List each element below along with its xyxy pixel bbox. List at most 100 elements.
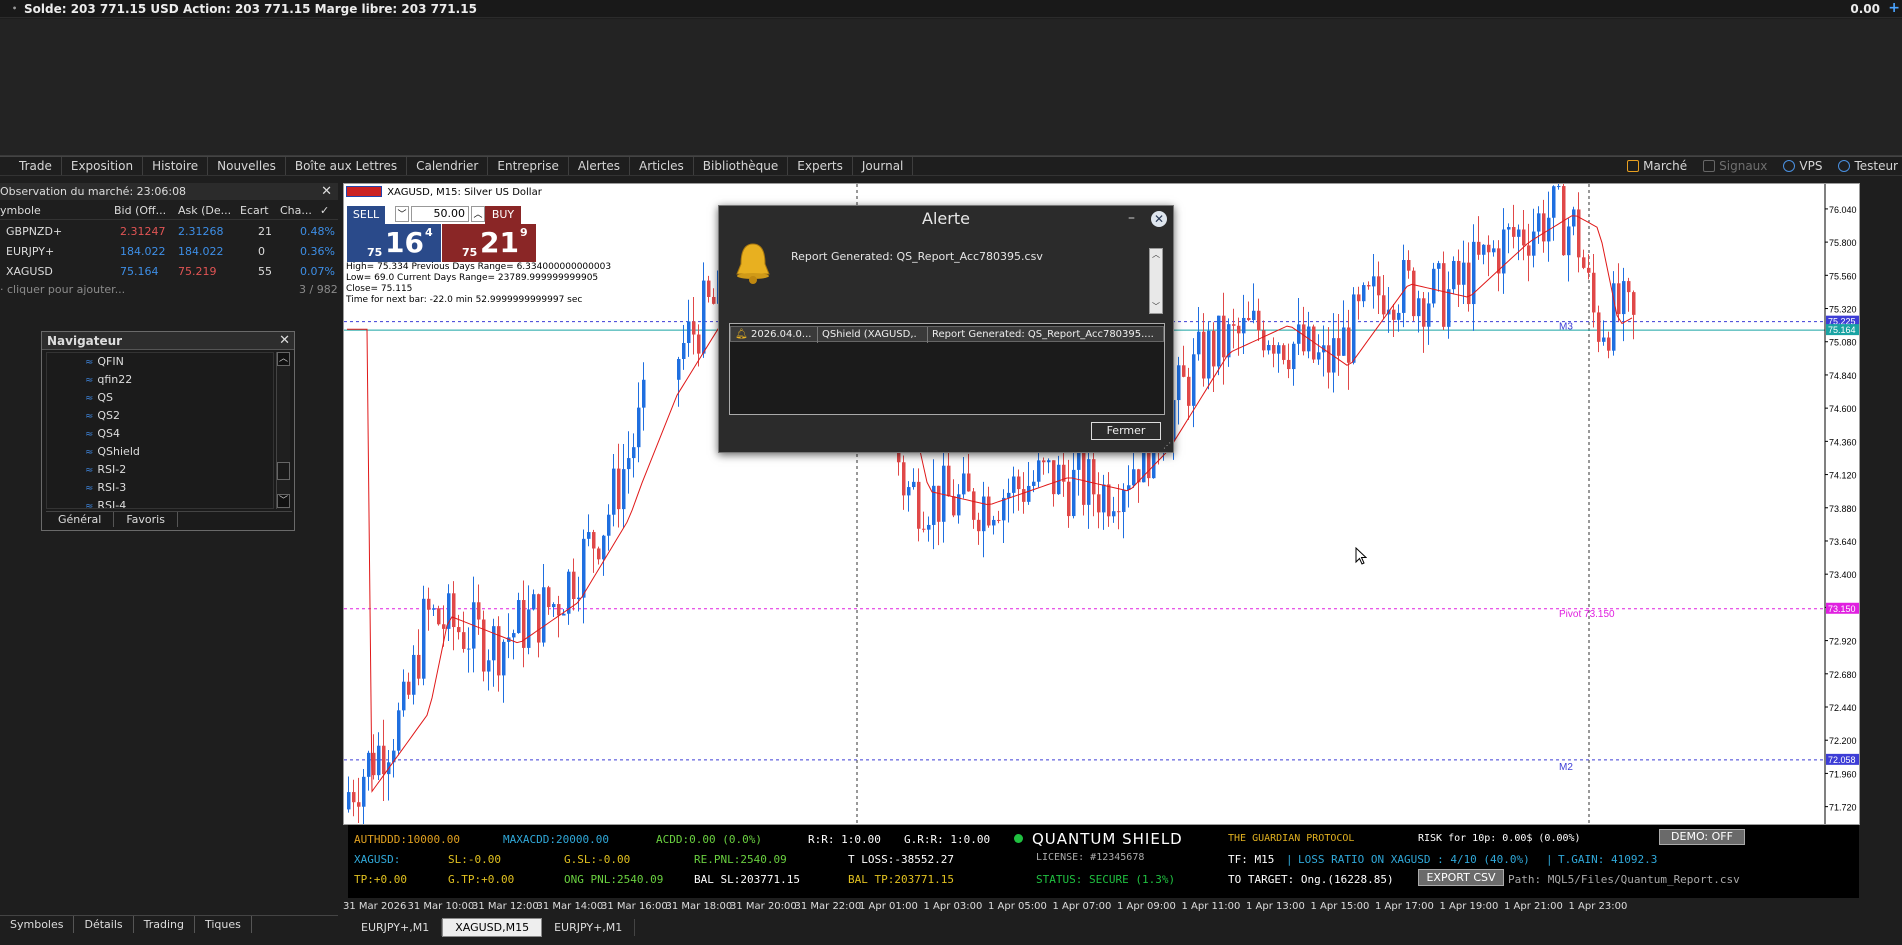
tab-trade[interactable]: Trade xyxy=(10,157,62,175)
toolbox-link-vps[interactable]: VPS xyxy=(1783,157,1822,175)
toolbox-link-marché[interactable]: Marché xyxy=(1627,157,1687,175)
navigator-tab-gnral[interactable]: Général xyxy=(46,512,115,527)
indicator-icon: ≈ xyxy=(85,357,94,368)
ask-prefix: 75 xyxy=(462,246,478,259)
alert-message-scrollbar[interactable]: ︿ ﹀ xyxy=(1149,248,1163,314)
toolbox-link-testeur[interactable]: Testeur xyxy=(1838,157,1898,175)
candle-body xyxy=(937,485,941,522)
time-tick-label: 1 Apr 05:00 xyxy=(988,901,1047,912)
alert-history-row[interactable]: 🔔︎ 2026.04.0... QShield (XAGUSD,... Repo… xyxy=(730,326,1164,343)
navigator-item[interactable]: ≈ QFIN xyxy=(47,353,273,371)
tab-trading[interactable]: Trading xyxy=(134,916,195,933)
time-tick-label: 31 Mar 18:00 xyxy=(665,901,733,912)
chart-tab[interactable]: EURJPY+,M1 xyxy=(349,919,443,936)
chart-tab[interactable]: XAGUSD,M15 xyxy=(442,918,543,937)
price-tick-label: 71.720 xyxy=(1829,803,1857,813)
navigator-item[interactable]: ≈ qfin22 xyxy=(47,371,273,389)
market-watch-row[interactable]: XAGUSD 75.164 75.219 55 0.07% xyxy=(0,262,338,281)
time-tick-label: 1 Apr 15:00 xyxy=(1310,901,1370,912)
toolbox-link-signaux[interactable]: Signaux xyxy=(1703,157,1767,175)
candle-body xyxy=(1537,213,1541,232)
navigator-scrollbar[interactable]: ︿ ﹀ xyxy=(276,352,290,509)
status-dot: • xyxy=(12,4,18,13)
candle-body xyxy=(542,587,546,643)
tab-exposition[interactable]: Exposition xyxy=(62,157,144,175)
minimize-icon[interactable]: – xyxy=(1128,206,1135,230)
indicator-icon: ≈ xyxy=(85,375,94,386)
chart-tab[interactable]: EURJPY+,M1 xyxy=(542,919,636,936)
market-watch-row[interactable]: EURJPY+ 184.022 184.022 0 0.36% xyxy=(0,242,338,261)
scroll-down-icon[interactable]: ﹀ xyxy=(277,494,290,508)
column-header[interactable]: ymbole xyxy=(0,204,41,217)
column-header[interactable]: Bid (Off... xyxy=(114,204,166,217)
tab-entreprise[interactable]: Entreprise xyxy=(488,157,569,175)
tab-experts[interactable]: Experts xyxy=(788,157,853,175)
candle-body xyxy=(1372,276,1376,287)
candle-body xyxy=(1597,312,1601,342)
candle-body xyxy=(1107,484,1111,517)
add-icon[interactable]: + xyxy=(1888,0,1900,16)
scroll-down-icon[interactable]: ﹀ xyxy=(1150,301,1162,313)
add-symbol-hint[interactable]: · cliquer pour ajouter... xyxy=(0,283,125,296)
candle-body xyxy=(492,626,496,661)
ask-pip: 9 xyxy=(520,226,528,239)
to-target-label: TO TARGET: Ong.(16228.85) xyxy=(1228,873,1394,886)
candle-body xyxy=(552,604,556,608)
market-watch-row[interactable]: GBPNZD+ 2.31247 2.31268 21 0.48% xyxy=(0,222,338,241)
toolbox-content-area xyxy=(0,19,1902,156)
demo-toggle-button[interactable]: DEMO: OFF xyxy=(1659,829,1745,845)
alert-row-message: Report Generated: QS_Report_Acc780395...… xyxy=(927,327,1163,343)
navigator-item[interactable]: ≈ RSI-4 xyxy=(47,497,273,508)
ask-price-box[interactable]: 75 21 9 xyxy=(442,224,536,262)
candle-body xyxy=(417,654,421,679)
scroll-thumb[interactable] xyxy=(277,462,290,480)
resize-grip-icon[interactable]: ⋰ xyxy=(1163,441,1171,450)
lot-decrease-icon[interactable]: ﹀ xyxy=(395,206,409,222)
time-tick-label: 31 Mar 16:00 xyxy=(601,901,668,912)
tab-biblioth-que[interactable]: Bibliothèque xyxy=(694,157,789,175)
close-icon[interactable]: ✕ xyxy=(279,332,290,350)
tab-alertes[interactable]: Alertes xyxy=(569,157,631,175)
navigator-item[interactable]: ≈ QS4 xyxy=(47,425,273,443)
tab-symboles[interactable]: Symboles xyxy=(0,916,75,933)
tab-tiques[interactable]: Tiques xyxy=(195,916,252,933)
column-header[interactable]: Ask (De... xyxy=(178,204,231,217)
cell-change: 0.48% xyxy=(300,225,335,238)
tab-dtails[interactable]: Détails xyxy=(74,916,134,933)
navigator-item[interactable]: ≈ RSI-2 xyxy=(47,461,273,479)
bid-price-box[interactable]: 75 16 4 xyxy=(347,224,441,262)
tab-journal[interactable]: Journal xyxy=(853,157,914,175)
price-tick-label: 75.320 xyxy=(1829,305,1857,315)
candle-body xyxy=(1272,345,1276,354)
column-header[interactable]: ✓ xyxy=(320,204,329,217)
tab-calendrier[interactable]: Calendrier xyxy=(407,157,489,175)
tab-histoire[interactable]: Histoire xyxy=(143,157,209,175)
price-tick-label: 73.880 xyxy=(1829,504,1857,514)
lot-increase-icon[interactable]: ︿ xyxy=(471,206,485,222)
scroll-up-icon[interactable]: ︿ xyxy=(277,352,290,366)
navigator-item[interactable]: ≈ QS xyxy=(47,389,273,407)
navigator-item[interactable]: ≈ QS2 xyxy=(47,407,273,425)
buy-button[interactable]: BUY xyxy=(485,206,521,224)
tab-bo-te-aux-lettres[interactable]: Boîte aux Lettres xyxy=(286,157,408,175)
tab-nouvelles[interactable]: Nouvelles xyxy=(208,157,286,175)
export-csv-button[interactable]: EXPORT CSV xyxy=(1418,869,1504,886)
navigator-item[interactable]: ≈ RSI-3 xyxy=(47,479,273,497)
lot-size-input[interactable]: 50.00 xyxy=(411,206,469,222)
candle-body xyxy=(422,598,426,679)
sell-button[interactable]: SELL xyxy=(347,206,385,224)
close-icon[interactable]: ✕ xyxy=(1151,211,1167,227)
candle-body xyxy=(1237,325,1241,334)
column-header[interactable]: Ecart xyxy=(240,204,269,217)
close-icon[interactable]: ✕ xyxy=(321,183,332,200)
navigator-tab-favoris[interactable]: Favoris xyxy=(114,512,178,527)
cell-spread: 55 xyxy=(258,265,272,278)
tab-articles[interactable]: Articles xyxy=(630,157,694,175)
close-button[interactable]: Fermer xyxy=(1091,422,1161,440)
indicator-icon: ≈ xyxy=(85,411,94,422)
cell-change: 0.36% xyxy=(300,245,335,258)
navigator-item[interactable]: ≈ QShield xyxy=(47,443,273,461)
scroll-up-icon[interactable]: ︿ xyxy=(1150,249,1162,261)
time-tick-label: 1 Apr 03:00 xyxy=(923,901,983,912)
column-header[interactable]: Cha... xyxy=(280,204,312,217)
